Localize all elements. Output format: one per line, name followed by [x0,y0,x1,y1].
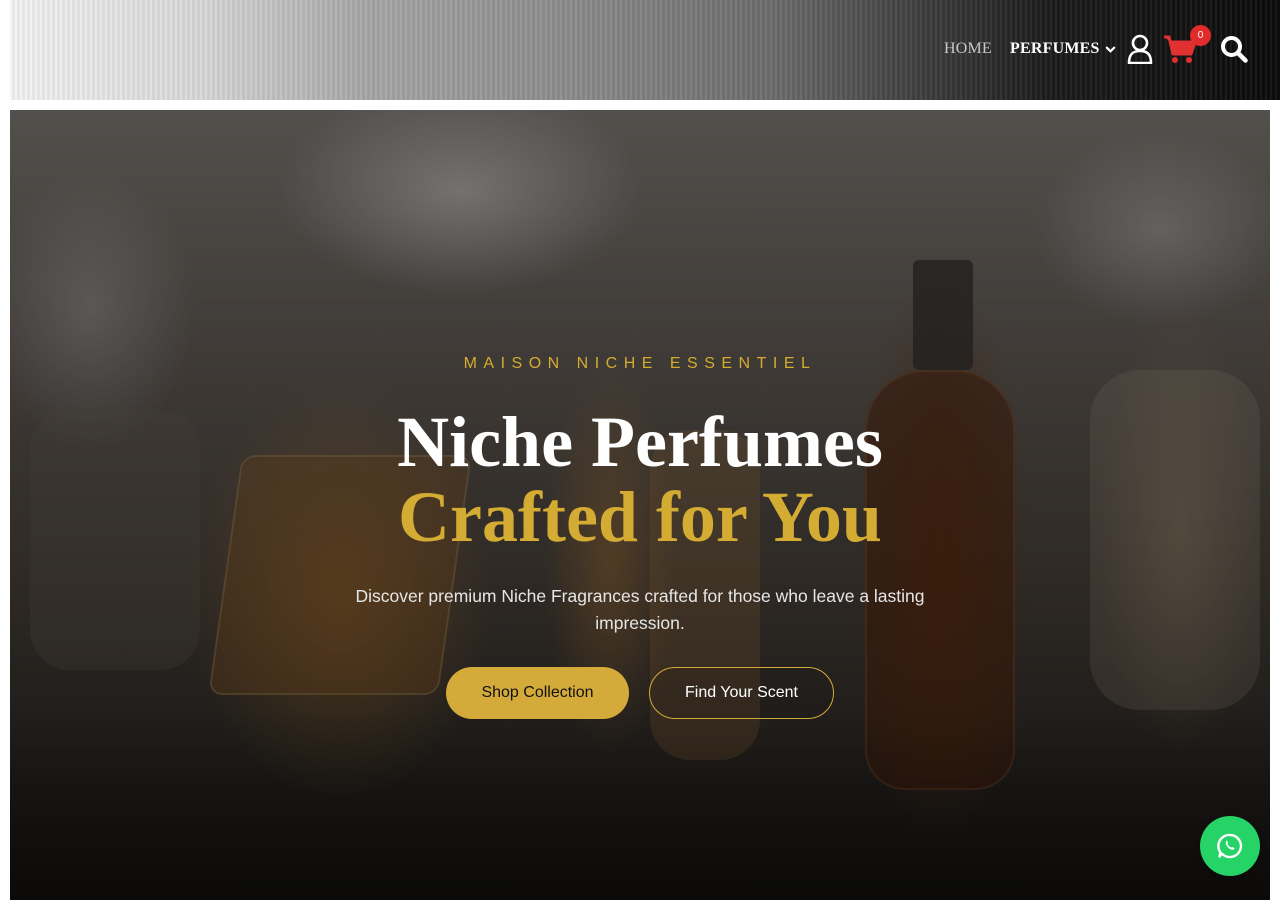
hero-title-line-1: Niche Perfumes [397,402,883,482]
chevron-down-icon [1105,46,1115,52]
hero-title-line-2: Crafted for You [398,477,882,557]
nav-perfumes-label: PERFUMES [1010,40,1100,57]
nav-perfumes-link[interactable]: PERFUMES [1010,37,1116,61]
user-icon [1127,34,1153,64]
search-icon [1221,36,1248,63]
find-your-scent-button[interactable]: Find Your Scent [649,667,834,719]
whatsapp-icon [1217,833,1243,859]
hero-subtitle: Discover premium Niche Fragrances crafte… [355,586,925,633]
whatsapp-chat-button[interactable] [1200,816,1260,876]
nav-home-link[interactable]: HOME [944,37,992,61]
search-button[interactable] [1218,33,1250,65]
hero-eyebrow: MAISON NICHE ESSENTIEL [463,355,817,372]
account-button[interactable] [1125,33,1155,65]
cart-count-badge: 0 [1190,25,1211,46]
hero-section: MAISON NICHE ESSENTIEL Niche Perfumes Cr… [10,110,1270,900]
shop-collection-button[interactable]: Shop Collection [446,667,629,719]
